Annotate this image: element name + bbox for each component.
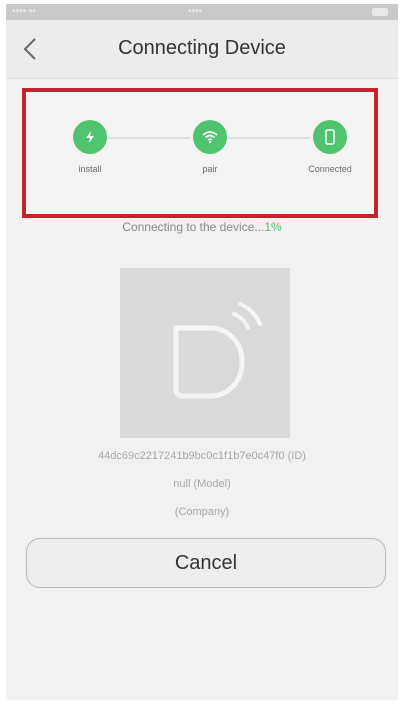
step-label: pair <box>202 164 218 174</box>
lightning-icon <box>86 131 94 143</box>
status-carrier: •••• •• <box>12 6 36 17</box>
device-signal-icon <box>173 302 262 399</box>
step-label: Connected <box>308 164 352 174</box>
phone-icon <box>325 129 335 145</box>
page-title: Connecting Device <box>118 37 286 59</box>
step-connected: Connected <box>290 120 370 174</box>
step-install: install <box>50 120 130 174</box>
progress-message: Connecting to the device... <box>122 220 265 234</box>
device-model: null (Model) <box>173 478 231 490</box>
step-circle <box>73 120 107 154</box>
connection-progress: Connecting to the device...1% <box>6 220 398 234</box>
app-screen: •••• •• •••• Connecting Device install p… <box>6 4 398 700</box>
wifi-icon <box>202 131 218 144</box>
cancel-button[interactable]: Cancel <box>26 538 386 588</box>
step-label: install <box>78 164 102 174</box>
device-id: 44dc69c2217241b9bc0c1f1b7e0c47f0 (ID) <box>98 450 306 462</box>
device-image <box>120 268 290 438</box>
connection-steps: install pair Connected <box>22 88 378 218</box>
step-circle <box>193 120 227 154</box>
battery-icon <box>372 8 388 16</box>
progress-percent: 1% <box>264 220 282 234</box>
step-circle <box>313 120 347 154</box>
step-pair: pair <box>170 120 250 174</box>
back-button[interactable] <box>16 34 46 64</box>
status-bar: •••• •• •••• <box>6 4 398 20</box>
device-company: (Company) <box>174 506 230 518</box>
header-bar: Connecting Device <box>6 20 398 79</box>
chevron-left-icon <box>23 38 36 60</box>
status-clock: •••• <box>188 6 203 17</box>
